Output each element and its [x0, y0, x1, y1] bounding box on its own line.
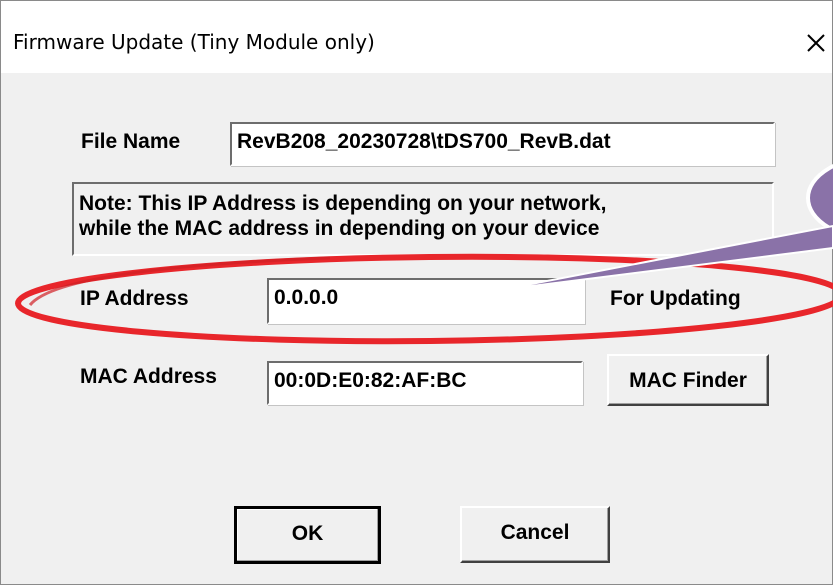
file-name-label: File Name: [81, 130, 181, 153]
title-bar: Firmware Update (Tiny Module only): [1, 1, 832, 73]
ip-address-label: IP Address: [80, 287, 189, 310]
mac-finder-button[interactable]: MAC Finder: [607, 354, 769, 406]
note-line-1: Note: This IP Address is depending on yo…: [79, 192, 607, 215]
firmware-update-dialog: Firmware Update (Tiny Module only) File …: [0, 0, 833, 585]
window-title: Firmware Update (Tiny Module only): [13, 30, 375, 54]
mac-address-label: MAC Address: [80, 365, 217, 388]
mac-address-input[interactable]: 00:0D:E0:82:AF:BC: [267, 361, 583, 405]
network-note: Note: This IP Address is depending on yo…: [72, 182, 774, 256]
note-line-2: while the MAC address in depending on yo…: [79, 217, 600, 240]
close-icon[interactable]: [801, 25, 831, 59]
cancel-button[interactable]: Cancel: [460, 506, 610, 563]
ok-button[interactable]: OK: [234, 506, 381, 564]
ip-address-input[interactable]: 0.0.0.0: [267, 278, 585, 324]
for-updating-label: For Updating: [610, 287, 741, 310]
file-name-field[interactable]: RevB208_20230728\tDS700_RevB.dat: [230, 122, 775, 166]
